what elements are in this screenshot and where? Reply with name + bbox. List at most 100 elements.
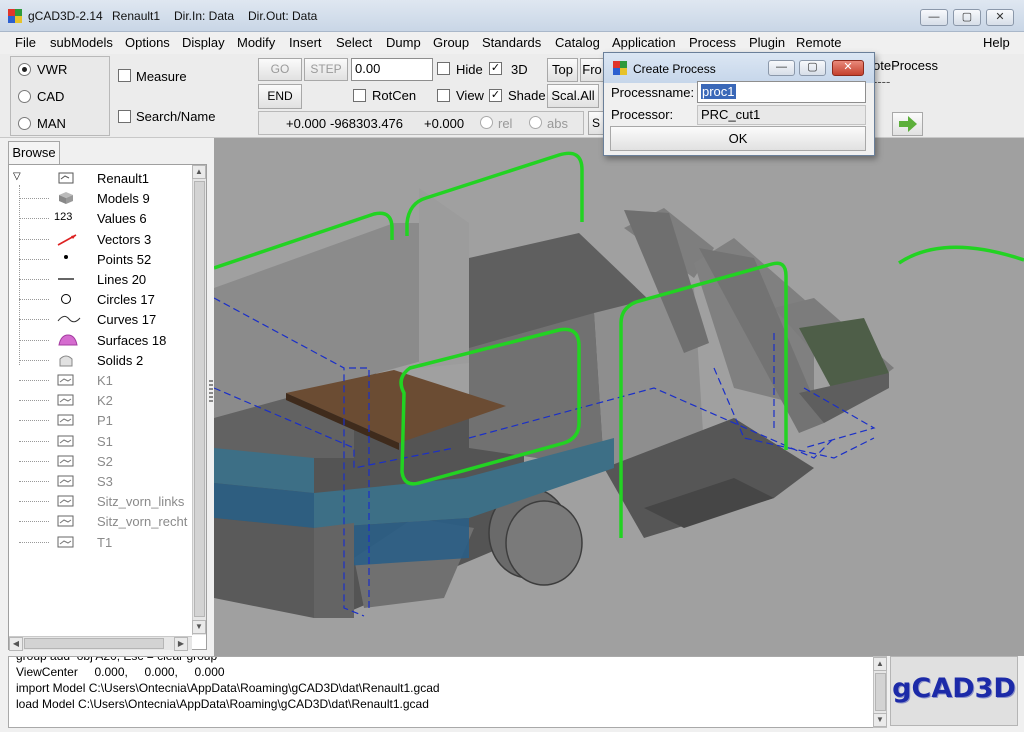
tree-item[interactable]: ▽ Renault1 [9,168,189,188]
processname-input[interactable]: proc1 [697,81,866,103]
menu-group[interactable]: Group [433,35,469,50]
tree-expand-icon[interactable]: ▽ [13,171,21,182]
tree-item-label: Sitz_vorn_links [97,494,185,510]
tree-item[interactable]: Sitz_vorn_recht [9,511,189,531]
view-checkbox[interactable] [437,89,450,102]
menu-plugin[interactable]: Plugin [749,35,785,50]
submodel-icon [57,373,75,387]
menu-process[interactable]: Process [689,35,736,50]
dir-in: Dir.In: Data [174,9,235,23]
mode-label-cad: CAD [37,89,65,104]
mode-radio-cad[interactable] [18,90,31,103]
tree-hscroll-thumb[interactable] [24,638,164,649]
models-cube-icon [57,191,75,205]
processor-select[interactable]: PRC_cut1 [697,105,866,125]
splitter-handle[interactable] [209,380,213,404]
tree-item[interactable]: Models 9 [9,188,189,208]
scroll-up-arrow-icon[interactable]: ▲ [192,165,206,179]
mode-radio-vwr[interactable] [18,63,31,76]
menu-options[interactable]: Options [125,35,170,50]
tree-item[interactable]: T1 [9,532,189,552]
tree-item[interactable]: K1 [9,370,189,390]
menu-modify[interactable]: Modify [237,35,275,50]
menu-application[interactable]: Application [612,35,676,50]
scroll-down-arrow-icon[interactable]: ▼ [192,620,206,634]
hide-checkbox[interactable] [437,62,450,75]
mode-label-vwr: VWR [37,62,68,77]
menu-file[interactable]: File [15,35,36,50]
top-view-button[interactable]: Top [547,58,578,82]
tree-connector [19,521,49,523]
console-scroll-up-icon[interactable]: ▲ [873,657,887,671]
tree-item[interactable]: K2 [9,390,189,410]
forward-arrow-button[interactable] [892,112,923,136]
dialog-maximize-button[interactable]: ▢ [799,60,826,76]
tree-item[interactable]: P1 [9,410,189,430]
submodel-icon [57,535,75,549]
tree-hscroll[interactable]: ◀ ▶ [9,636,192,651]
scroll-right-arrow-icon[interactable]: ▶ [174,637,188,651]
maximize-button[interactable]: ▢ [953,9,981,26]
menu-select[interactable]: Select [336,35,372,50]
3d-label: 3D [511,62,528,77]
console-vscroll[interactable]: ▲ ▼ [873,656,887,728]
scroll-left-arrow-icon[interactable]: ◀ [9,637,23,651]
mode-radio-man[interactable] [18,117,31,130]
tree-item[interactable]: Surfaces 18 [9,330,189,350]
tree-item[interactable]: Points 52 [9,249,189,269]
search-name-checkbox[interactable] [118,110,131,123]
coord-z: +0.000 [424,116,465,131]
step-button[interactable]: STEP [304,58,348,81]
submodel-icon [57,434,75,448]
menu-display[interactable]: Display [182,35,225,50]
dialog-close-button[interactable]: ✕ [832,60,864,76]
logo-text: gCAD3D [892,673,1016,704]
3d-checkbox[interactable]: ✓ [489,62,502,75]
tree-item[interactable]: 123 Values 6 [9,208,189,228]
rotcen-checkbox[interactable] [353,89,366,102]
search-name-label: Search/Name [136,109,216,124]
tree-connector [19,541,49,543]
dir-out: Dir.Out: Data [248,9,318,23]
menu-dump[interactable]: Dump [386,35,421,50]
console-scroll-down-icon[interactable]: ▼ [873,713,887,727]
ok-button[interactable]: OK [610,126,866,151]
tree-item[interactable]: S3 [9,471,189,491]
submodel-icon [57,454,75,468]
3d-viewport[interactable] [214,138,1024,656]
rel-radio[interactable] [480,116,493,129]
tree-item[interactable]: Vectors 3 [9,229,189,249]
shade-checkbox[interactable]: ✓ [489,89,502,102]
scale-all-button[interactable]: Scal.All [547,84,599,108]
surface-icon [57,333,78,347]
tree-item[interactable]: Sitz_vorn_links [9,491,189,511]
menu-standards[interactable]: Standards [482,35,541,50]
dialog-minimize-button[interactable]: — [768,60,795,76]
tree-item[interactable]: Solids 2 [9,350,189,370]
tree-connector [19,440,49,442]
value-field[interactable]: 0.00 [351,58,433,81]
menu-remote[interactable]: Remote [796,35,842,50]
console-scroll-thumb[interactable] [875,673,886,711]
tree-scroll-thumb[interactable] [194,181,205,617]
menu-insert[interactable]: Insert [289,35,322,50]
tree-item[interactable]: Curves 17 [9,309,189,329]
abs-radio[interactable] [529,116,542,129]
menu-help[interactable]: Help [983,35,1010,50]
tree-item[interactable]: Lines 20 [9,269,189,289]
menu-submodels[interactable]: subModels [50,35,113,50]
menu-catalog[interactable]: Catalog [555,35,600,50]
tree-item[interactable]: S2 [9,451,189,471]
close-button[interactable]: ✕ [986,9,1014,26]
processname-label: Processname: [611,85,695,100]
tree-item[interactable]: Circles 17 [9,289,189,309]
tab-browse[interactable]: Browse [8,141,60,164]
measure-checkbox[interactable] [118,69,131,82]
tree-vscroll[interactable]: ▲ ▼ [192,165,206,635]
minimize-button[interactable]: — [920,9,948,26]
go-button[interactable]: GO [258,58,302,81]
end-button[interactable]: END [258,84,302,109]
front-view-button[interactable]: Fro [580,58,604,82]
tree-item[interactable]: S1 [9,431,189,451]
s-button[interactable]: S [588,111,604,135]
